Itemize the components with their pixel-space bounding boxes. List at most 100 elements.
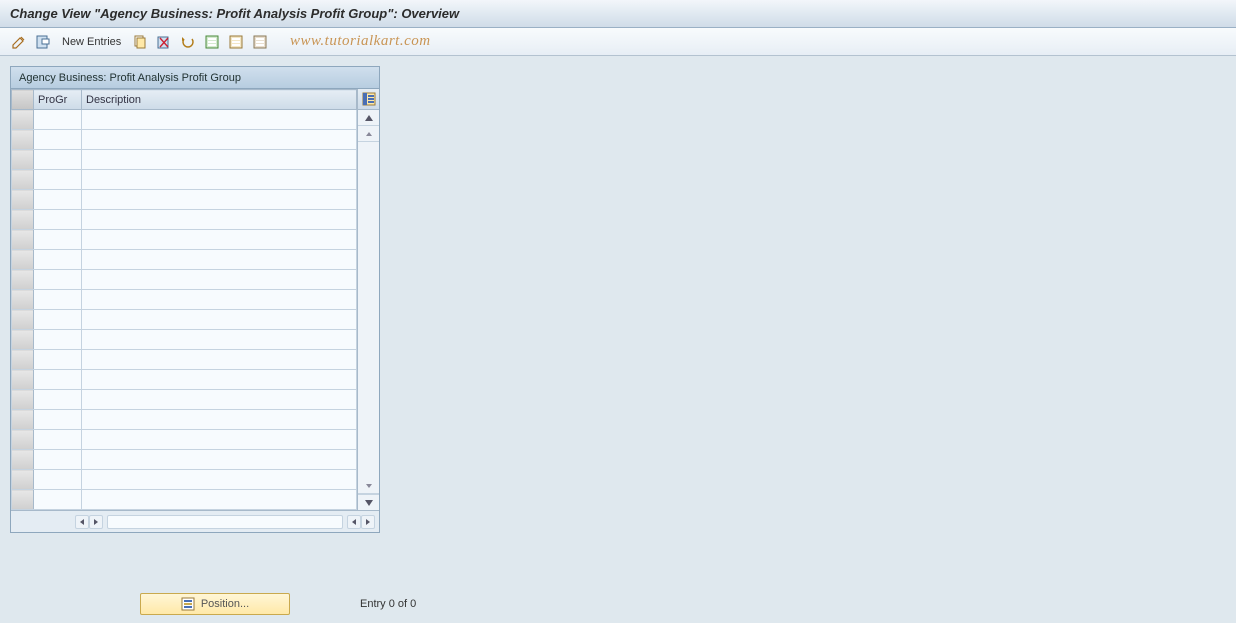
table-row[interactable] <box>12 250 357 270</box>
table-row[interactable] <box>12 110 357 130</box>
horizontal-scrollbar[interactable] <box>11 510 379 532</box>
cell-progr[interactable] <box>34 130 82 150</box>
cell-description[interactable] <box>82 410 357 430</box>
row-selector[interactable] <box>12 450 34 470</box>
cell-progr[interactable] <box>34 470 82 490</box>
row-selector[interactable] <box>12 410 34 430</box>
row-selector[interactable] <box>12 310 34 330</box>
table-row[interactable] <box>12 270 357 290</box>
cell-description[interactable] <box>82 350 357 370</box>
cell-description[interactable] <box>82 450 357 470</box>
cell-progr[interactable] <box>34 110 82 130</box>
cell-description[interactable] <box>82 230 357 250</box>
cell-description[interactable] <box>82 310 357 330</box>
table-row[interactable] <box>12 490 357 510</box>
table-row[interactable] <box>12 470 357 490</box>
row-selector[interactable] <box>12 470 34 490</box>
table-row[interactable] <box>12 210 357 230</box>
cell-description[interactable] <box>82 390 357 410</box>
position-button[interactable]: Position... <box>140 593 290 615</box>
cell-progr[interactable] <box>34 190 82 210</box>
row-selector[interactable] <box>12 350 34 370</box>
scroll-step-right-icon[interactable] <box>89 515 103 529</box>
detail-icon[interactable] <box>34 33 52 51</box>
cell-progr[interactable] <box>34 490 82 510</box>
row-selector[interactable] <box>12 150 34 170</box>
new-entries-button[interactable]: New Entries <box>58 32 125 52</box>
table-row[interactable] <box>12 330 357 350</box>
cell-description[interactable] <box>82 290 357 310</box>
table-row[interactable] <box>12 410 357 430</box>
row-selector[interactable] <box>12 430 34 450</box>
cell-progr[interactable] <box>34 150 82 170</box>
delete-icon[interactable] <box>155 33 173 51</box>
row-selector[interactable] <box>12 110 34 130</box>
cell-progr[interactable] <box>34 430 82 450</box>
row-selector[interactable] <box>12 330 34 350</box>
cell-description[interactable] <box>82 150 357 170</box>
cell-description[interactable] <box>82 250 357 270</box>
row-selector[interactable] <box>12 190 34 210</box>
cell-progr[interactable] <box>34 410 82 430</box>
deselect-all-icon[interactable] <box>251 33 269 51</box>
cell-description[interactable] <box>82 470 357 490</box>
cell-progr[interactable] <box>34 450 82 470</box>
cell-progr[interactable] <box>34 310 82 330</box>
cell-description[interactable] <box>82 130 357 150</box>
scroll-left-icon[interactable] <box>75 515 89 529</box>
table-row[interactable] <box>12 150 357 170</box>
cell-description[interactable] <box>82 490 357 510</box>
scroll-up-icon[interactable] <box>358 110 379 126</box>
scroll-down-icon[interactable] <box>358 494 379 510</box>
select-all-icon[interactable] <box>203 33 221 51</box>
cell-description[interactable] <box>82 210 357 230</box>
table-row[interactable] <box>12 170 357 190</box>
cell-description[interactable] <box>82 190 357 210</box>
row-selector[interactable] <box>12 210 34 230</box>
row-selector[interactable] <box>12 490 34 510</box>
scroll-page-up-icon[interactable] <box>358 126 379 142</box>
row-selector[interactable] <box>12 370 34 390</box>
row-selector-header[interactable] <box>12 90 34 110</box>
scroll-track[interactable] <box>358 142 379 478</box>
select-block-icon[interactable] <box>227 33 245 51</box>
cell-description[interactable] <box>82 430 357 450</box>
row-selector[interactable] <box>12 170 34 190</box>
scroll-right-icon[interactable] <box>361 515 375 529</box>
table-row[interactable] <box>12 370 357 390</box>
cell-progr[interactable] <box>34 210 82 230</box>
copy-icon[interactable] <box>131 33 149 51</box>
cell-progr[interactable] <box>34 370 82 390</box>
column-description[interactable]: Description <box>82 90 357 110</box>
change-icon[interactable] <box>10 33 28 51</box>
scroll-step-left-icon[interactable] <box>347 515 361 529</box>
vertical-scrollbar[interactable] <box>357 89 379 510</box>
cell-progr[interactable] <box>34 270 82 290</box>
cell-description[interactable] <box>82 270 357 290</box>
row-selector[interactable] <box>12 390 34 410</box>
cell-progr[interactable] <box>34 170 82 190</box>
table-row[interactable] <box>12 190 357 210</box>
cell-description[interactable] <box>82 110 357 130</box>
cell-progr[interactable] <box>34 350 82 370</box>
row-selector[interactable] <box>12 130 34 150</box>
table-row[interactable] <box>12 430 357 450</box>
undo-icon[interactable] <box>179 33 197 51</box>
table-row[interactable] <box>12 290 357 310</box>
table-row[interactable] <box>12 230 357 250</box>
cell-progr[interactable] <box>34 230 82 250</box>
table-row[interactable] <box>12 450 357 470</box>
column-progr[interactable]: ProGr <box>34 90 82 110</box>
cell-progr[interactable] <box>34 250 82 270</box>
cell-description[interactable] <box>82 370 357 390</box>
table-row[interactable] <box>12 350 357 370</box>
configure-columns-icon[interactable] <box>358 89 379 110</box>
cell-progr[interactable] <box>34 390 82 410</box>
row-selector[interactable] <box>12 290 34 310</box>
row-selector[interactable] <box>12 250 34 270</box>
row-selector[interactable] <box>12 230 34 250</box>
row-selector[interactable] <box>12 270 34 290</box>
table-row[interactable] <box>12 130 357 150</box>
table-row[interactable] <box>12 390 357 410</box>
cell-progr[interactable] <box>34 330 82 350</box>
